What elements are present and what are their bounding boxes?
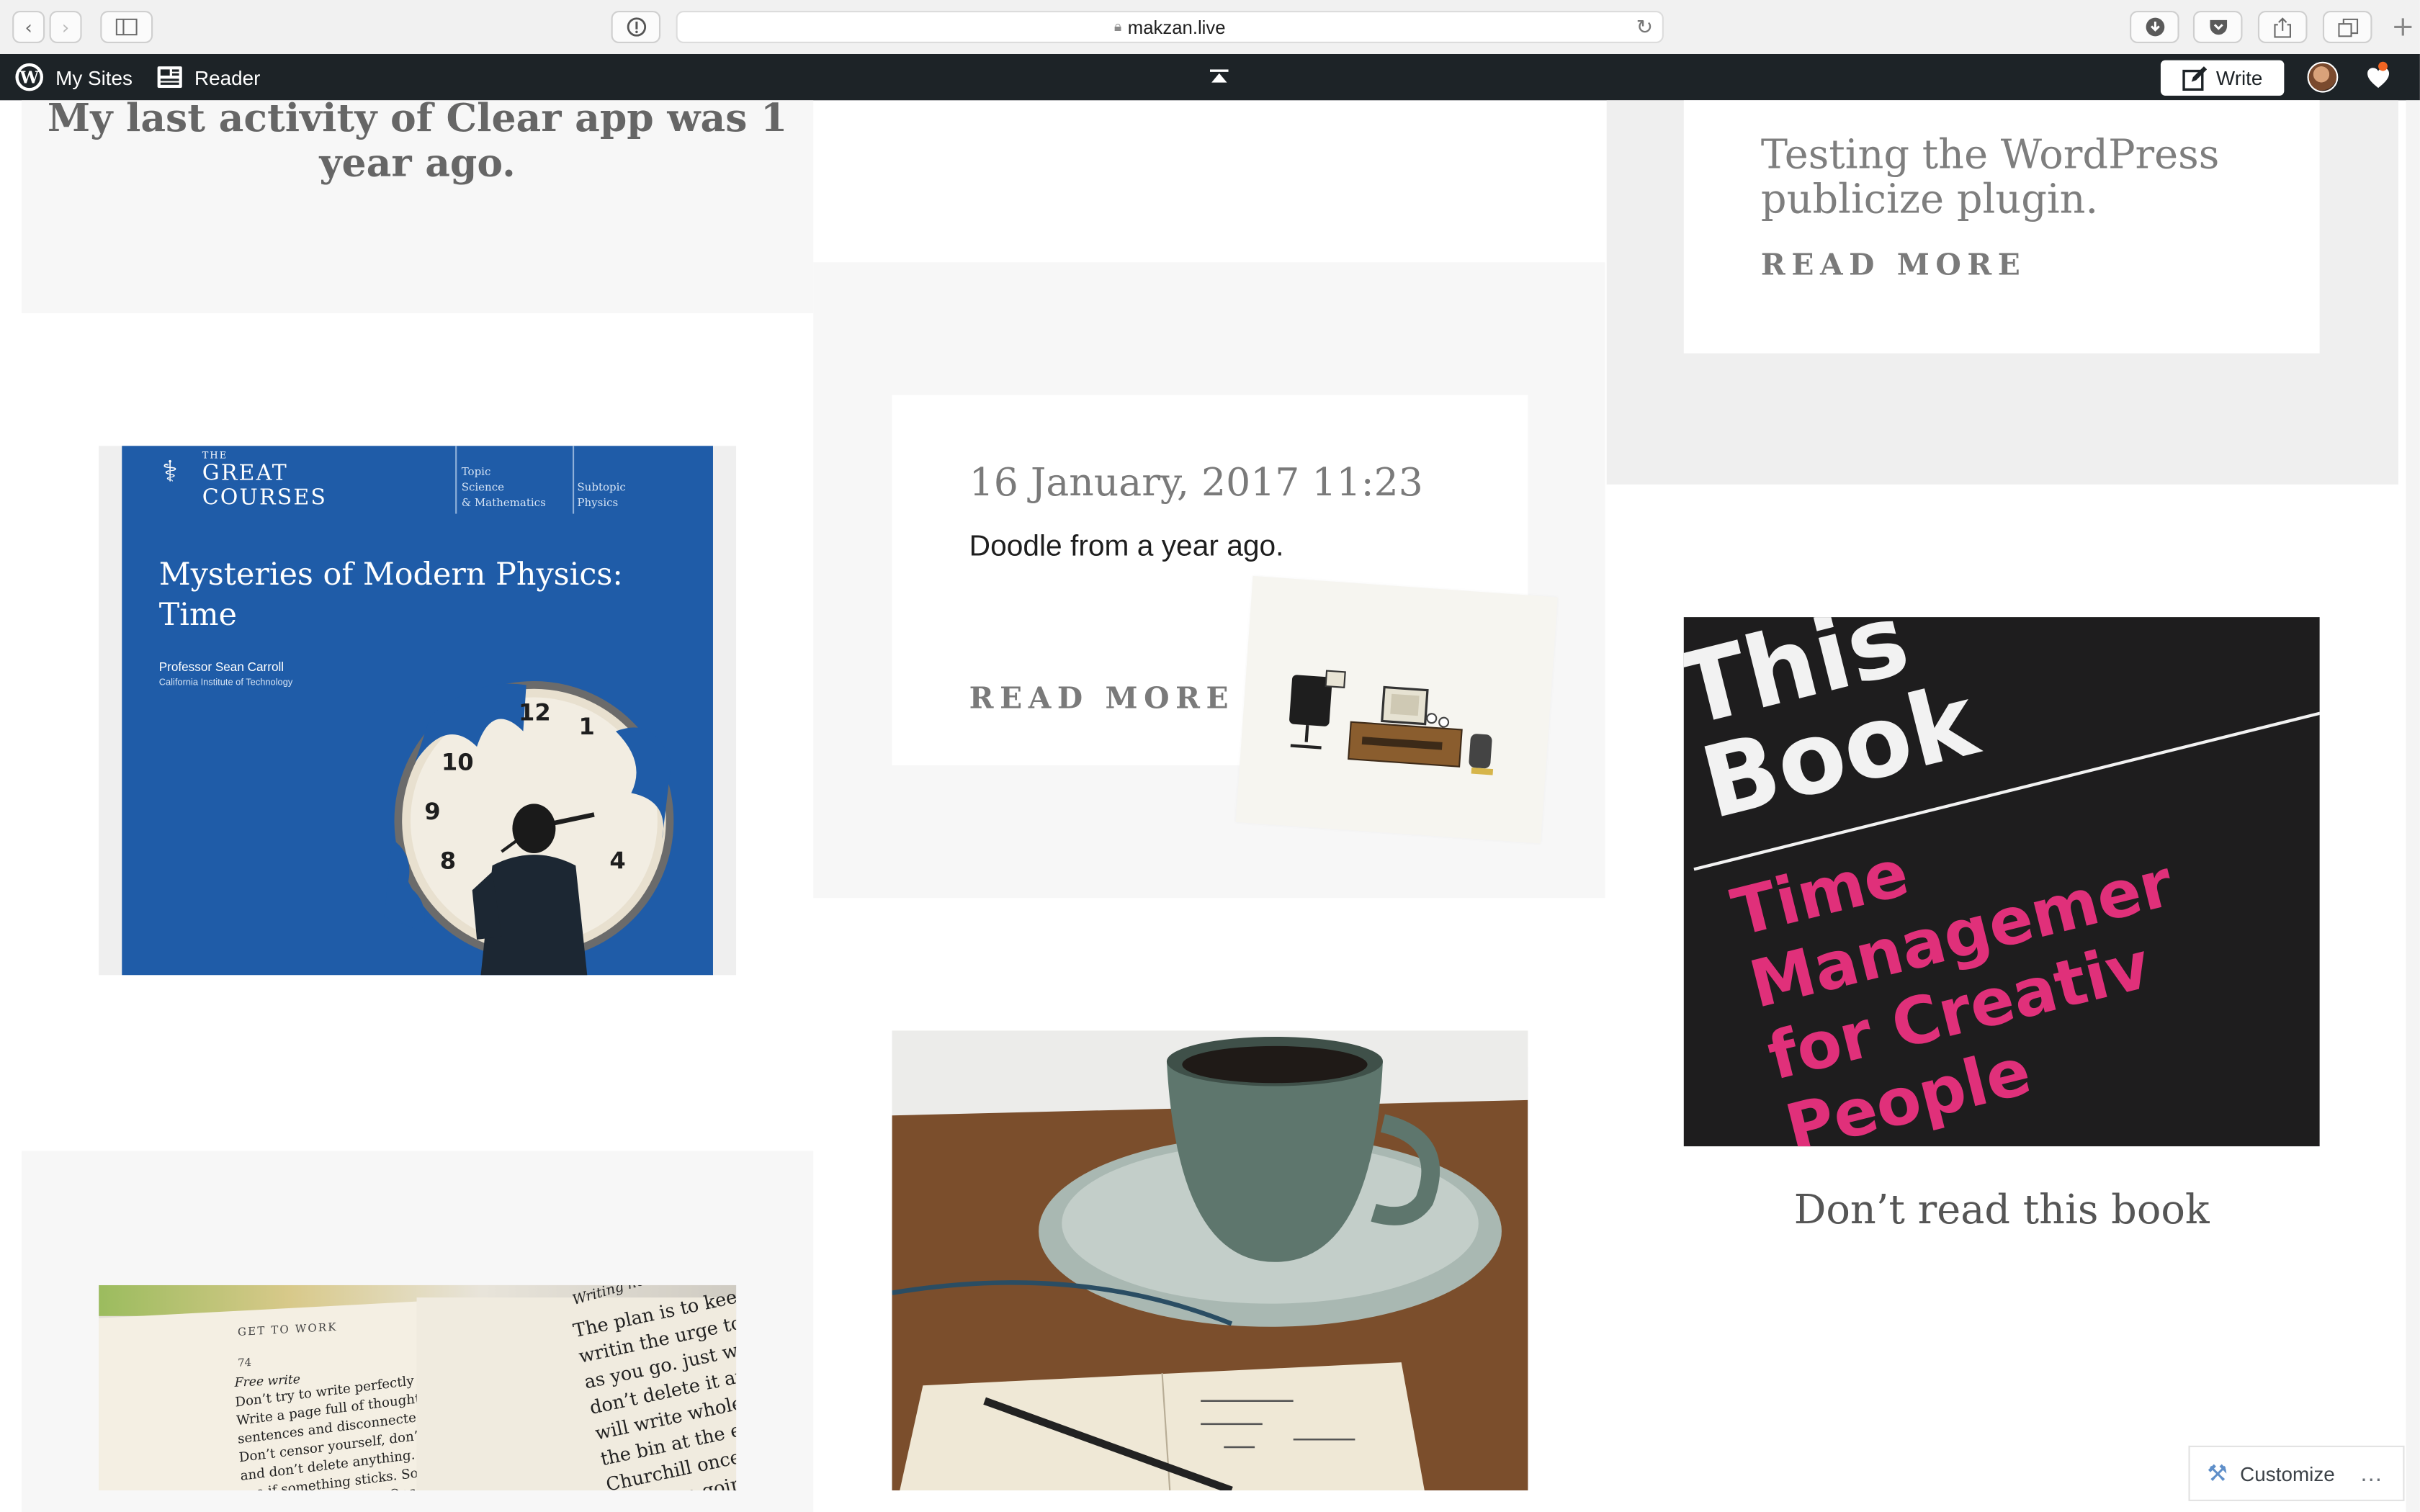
page-number: 74 <box>237 1356 252 1370</box>
pocket-button[interactable] <box>2192 10 2243 43</box>
read-more-link-publicize[interactable]: READ MORE <box>1761 248 2026 282</box>
downloads-button[interactable] <box>2130 10 2179 43</box>
share-icon <box>2274 17 2291 37</box>
back-button[interactable]: ‹ <box>12 10 45 43</box>
forward-icon: › <box>61 16 70 38</box>
topic-line1: Science <box>461 481 504 494</box>
clock-number: 9 <box>424 797 441 826</box>
avatar[interactable] <box>2307 61 2339 93</box>
clock-number: 12 <box>518 698 551 727</box>
share-button[interactable] <box>2257 10 2308 43</box>
subtopic-block: Subtopic Physics <box>577 480 625 510</box>
clock-number: 4 <box>609 847 626 875</box>
url-text: makzan.live <box>1127 16 1226 38</box>
doodle-drawing <box>1289 670 1494 775</box>
brand-small: THE <box>202 450 228 462</box>
left-page: GET TO WORK 74 Free write Don’t try to w… <box>99 1301 519 1490</box>
lock-icon: 🔒︎ <box>1113 18 1122 35</box>
download-icon <box>2145 17 2164 37</box>
coffee-scene <box>892 1030 1528 1490</box>
topic-label: Topic <box>461 466 491 479</box>
clock-number: 10 <box>441 748 474 776</box>
post-title-line1: My last activity of Clear app was 1 <box>47 95 788 140</box>
book-photo[interactable]: This Book Time Managemer for Creativ Peo… <box>1683 617 2320 1147</box>
write-label: Write <box>2215 66 2263 90</box>
customize-icon: ⚒ <box>2207 1461 2228 1488</box>
coffee-photo[interactable] <box>892 1030 1528 1490</box>
course-title: Mysteries of Modern Physics: Time <box>159 554 623 634</box>
tabs-button[interactable] <box>2322 10 2372 43</box>
subtopic-value: Physics <box>577 496 619 510</box>
cover-divider <box>455 446 457 514</box>
reader-label: Reader <box>194 66 261 89</box>
sidebar-button[interactable] <box>100 10 153 43</box>
privacy-icon <box>626 17 646 37</box>
scroll-top-button[interactable] <box>1209 54 1229 100</box>
write-icon <box>2182 66 2208 90</box>
notifications-button[interactable] <box>2366 54 2390 100</box>
institution-name: California Institute of Technology <box>158 678 293 688</box>
wordpress-icon: W <box>15 63 43 91</box>
book-subtitle: Time Managemer for Creativ People <box>1725 775 2215 1146</box>
post-title-line2: year ago. <box>319 140 516 186</box>
forward-button[interactable]: › <box>49 10 82 43</box>
scroll-top-icon <box>1209 69 1229 83</box>
new-tab-button[interactable]: + <box>2386 11 2420 43</box>
page-body-right: The plan is to keep writin the urge to e… <box>571 1284 737 1490</box>
post-title-clear-app[interactable]: My last activity of Clear app was 1 year… <box>22 96 813 185</box>
new-tab-icon: + <box>2391 10 2415 43</box>
course-title-line2: Time <box>158 595 238 633</box>
book-post-title[interactable]: Don’t read this book <box>1684 1188 2320 1234</box>
more-icon[interactable]: … <box>2360 1460 2384 1486</box>
customize-bar: ⚒ Customize … <box>2188 1445 2405 1501</box>
address-bar[interactable]: 🔒︎ makzan.live ↻ <box>676 10 1664 43</box>
pocket-icon <box>2209 19 2226 35</box>
page-header: GET TO WORK <box>237 1320 338 1339</box>
topic-line2: & Mathematics <box>461 496 546 510</box>
cover-divider <box>572 446 575 514</box>
reload-icon[interactable]: ↻ <box>1636 15 1653 40</box>
topic-block: Topic Science & Mathematics <box>462 464 546 510</box>
course-title-line1: Mysteries of Modern Physics: <box>158 555 623 593</box>
torch-icon: ⚕ <box>161 455 179 490</box>
my-sites-menu[interactable]: W My Sites <box>15 54 133 100</box>
doodle-image[interactable] <box>1235 575 1558 844</box>
clock-number: 8 <box>439 847 457 875</box>
right-page: Writing hot The plan is to keep writin t… <box>416 1285 737 1490</box>
read-more-link-doodle[interactable]: READ MORE <box>969 682 1234 716</box>
tabs-icon <box>2337 17 2358 37</box>
write-button[interactable]: Write <box>2160 60 2285 96</box>
course-cover-image[interactable]: ⚕ THE GREAT COURSES Topic Science & Math… <box>122 446 713 976</box>
post-card-publicize: Testing the WordPress publicize plugin. … <box>1683 100 2320 354</box>
customize-button[interactable]: Customize <box>2240 1462 2335 1485</box>
subtopic-label: Subtopic <box>577 481 626 494</box>
page-scrollbar-track[interactable] <box>2406 100 2420 1512</box>
reader-icon <box>157 66 182 89</box>
sidebar-icon <box>115 18 138 36</box>
my-sites-label: My Sites <box>55 66 133 89</box>
open-book-photo[interactable]: GET TO WORK 74 Free write Don’t try to w… <box>99 1284 737 1490</box>
person-figure <box>472 804 588 976</box>
brand-line2: COURSES <box>202 485 328 511</box>
wp-admin-bar: W My Sites Reader Write <box>0 53 2420 101</box>
notification-dot <box>2378 61 2388 71</box>
book-cover-text: This Book Time Managemer for Creativ Peo… <box>1684 617 2320 1146</box>
post-date[interactable]: 16 January, 2017 11:23 <box>969 460 1423 505</box>
back-icon: ‹ <box>24 16 32 38</box>
reader-menu[interactable]: Reader <box>157 54 261 100</box>
post-excerpt: Doodle from a year ago. <box>969 531 1284 564</box>
clock-number: 1 <box>578 712 595 741</box>
professor-name: Professor Sean Carroll <box>158 660 284 675</box>
browser-toolbar: ‹ › 🔒︎ makzan.live ↻ + <box>0 0 2420 56</box>
privacy-report-button[interactable] <box>611 10 661 43</box>
brand-line1: GREAT <box>202 461 288 486</box>
post-title-publicize[interactable]: Testing the WordPress publicize plugin. <box>1761 133 2286 223</box>
